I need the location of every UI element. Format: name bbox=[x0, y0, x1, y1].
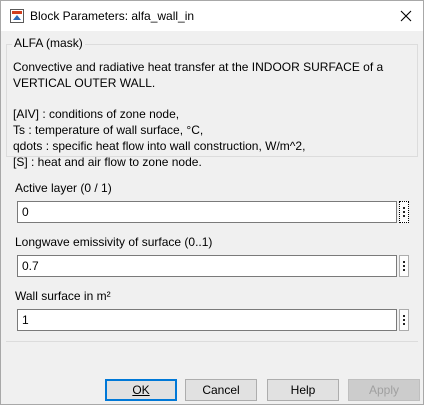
mask-port-line: [S] : heat and air flow to zone node. bbox=[13, 155, 202, 169]
ok-button-label: OK bbox=[132, 383, 150, 397]
dot-icon bbox=[403, 207, 405, 209]
emissivity-label: Longwave emissivity of surface (0..1) bbox=[15, 235, 213, 249]
wall-surface-label: Wall surface in m² bbox=[15, 289, 111, 303]
help-button-label: Help bbox=[290, 383, 316, 397]
dot-icon bbox=[403, 269, 405, 271]
close-button[interactable] bbox=[393, 5, 419, 27]
mask-description-line-1: Convective and radiative heat transfer a… bbox=[13, 60, 384, 74]
cancel-button[interactable]: Cancel bbox=[185, 379, 257, 401]
wall-surface-input[interactable] bbox=[17, 309, 397, 331]
mask-port-line: Ts : temperature of wall surface, °C, bbox=[13, 123, 204, 137]
dot-icon bbox=[403, 261, 405, 263]
title-bar[interactable]: Block Parameters: alfa_wall_in bbox=[1, 1, 423, 31]
mask-description-line-2: VERTICAL OUTER WALL. bbox=[13, 76, 156, 90]
dot-icon bbox=[403, 211, 405, 213]
block-icon bbox=[10, 9, 24, 23]
active-layer-input[interactable] bbox=[17, 201, 397, 223]
dialog-window: Block Parameters: alfa_wall_in ALFA (mas… bbox=[0, 0, 424, 405]
emissivity-menu-button[interactable] bbox=[399, 255, 409, 277]
wall-surface-menu-button[interactable] bbox=[399, 309, 409, 331]
mask-port-line: qdots : specific heat flow into wall con… bbox=[13, 139, 306, 153]
dot-icon bbox=[403, 265, 405, 267]
cancel-button-label: Cancel bbox=[202, 383, 240, 397]
dot-icon bbox=[403, 215, 405, 217]
close-icon bbox=[400, 10, 412, 22]
help-button[interactable]: Help bbox=[267, 379, 339, 401]
mask-port-line: [AIV] : conditions of zone node, bbox=[13, 107, 180, 121]
mask-group-title: ALFA (mask) bbox=[12, 36, 85, 50]
dot-icon bbox=[403, 323, 405, 325]
apply-button[interactable]: Apply bbox=[348, 379, 420, 401]
separator bbox=[6, 341, 418, 342]
ok-button[interactable]: OK bbox=[105, 379, 177, 401]
active-layer-label: Active layer (0 / 1) bbox=[15, 181, 112, 195]
dot-icon bbox=[403, 319, 405, 321]
window-title: Block Parameters: alfa_wall_in bbox=[30, 9, 195, 23]
active-layer-menu-button[interactable] bbox=[399, 201, 409, 223]
dot-icon bbox=[403, 315, 405, 317]
apply-button-label: Apply bbox=[368, 383, 400, 397]
dialog-body: ALFA (mask) Convective and radiative hea… bbox=[1, 31, 423, 404]
emissivity-input[interactable] bbox=[17, 255, 397, 277]
